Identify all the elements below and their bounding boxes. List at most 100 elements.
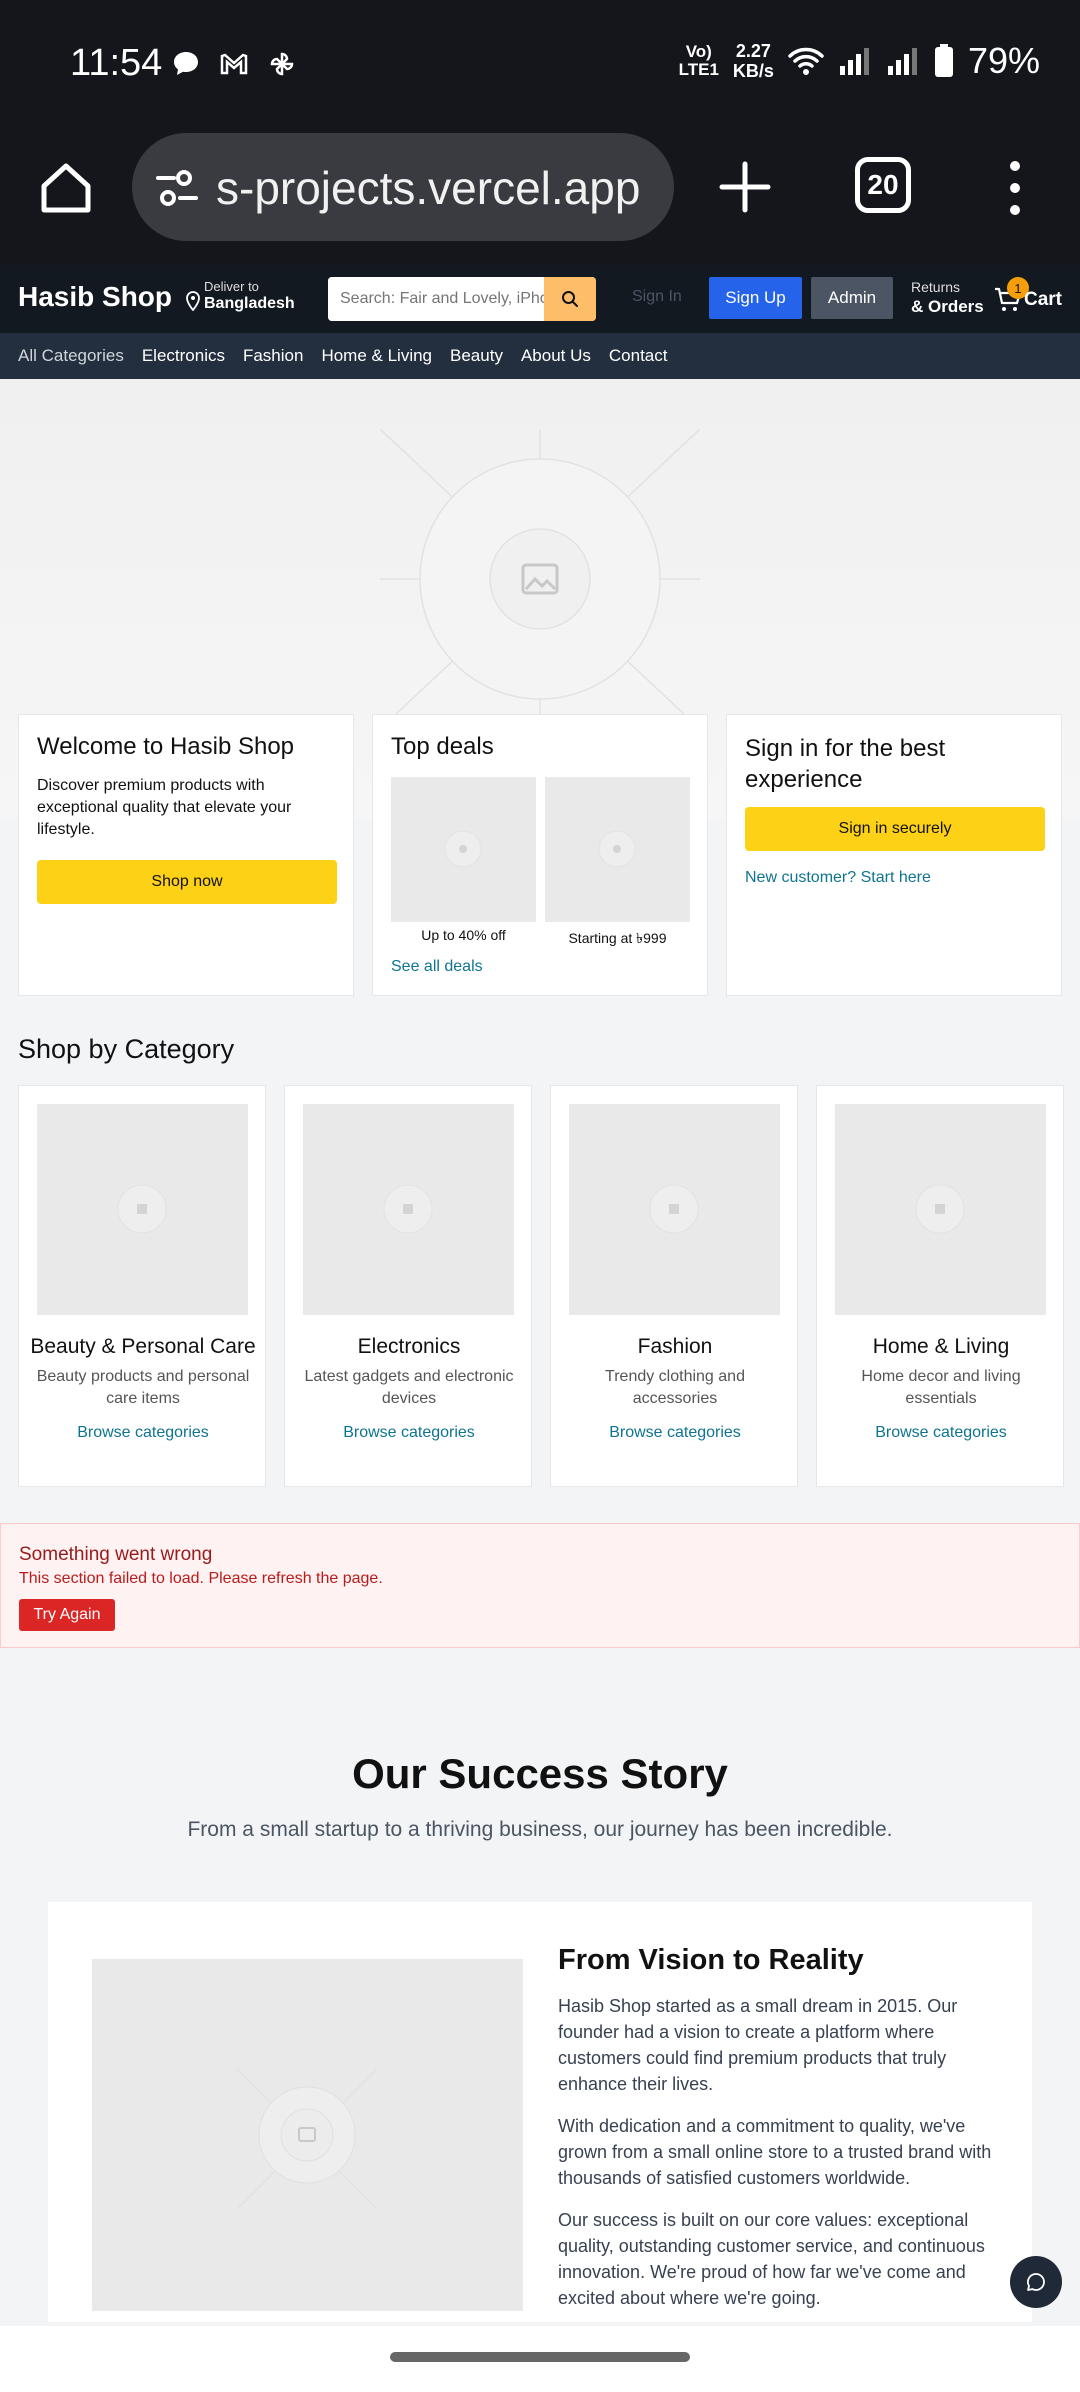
- category-name: Fashion: [637, 1335, 713, 1358]
- url-bar[interactable]: s-projects.vercel.app: [132, 133, 674, 241]
- home-icon[interactable]: [36, 158, 96, 218]
- status-time: 11:54: [70, 42, 163, 84]
- see-all-deals-link[interactable]: See all deals: [391, 958, 483, 976]
- category-card-beauty[interactable]: Beauty & Personal Care Beauty products a…: [18, 1085, 266, 1487]
- error-message: This section failed to load. Please refr…: [19, 1570, 383, 1587]
- sign-in-title: Sign in for the best experience: [745, 735, 946, 793]
- category-name: Beauty & Personal Care: [30, 1335, 256, 1358]
- more-menu-icon[interactable]: [1000, 158, 1030, 218]
- sign-in-link[interactable]: Sign In: [632, 288, 682, 306]
- image-placeholder-icon: [915, 1184, 965, 1234]
- chat-icon: [1027, 2273, 1045, 2291]
- chat-bubble-icon: [174, 52, 198, 75]
- tab-switcher-button[interactable]: 20: [855, 157, 911, 213]
- cart-button[interactable]: 1 Cart: [992, 277, 1080, 317]
- error-banner: Something went wrong This section failed…: [0, 1523, 1080, 1648]
- battery-level: 79%: [967, 40, 1040, 81]
- category-image: [569, 1104, 780, 1315]
- category-image: [303, 1104, 514, 1315]
- welcome-title: Welcome to Hasib Shop: [37, 733, 295, 760]
- deal-image[interactable]: [391, 777, 536, 922]
- category-nav: All Categories Electronics Fashion Home …: [0, 333, 1080, 379]
- gmail-icon: [220, 53, 248, 75]
- deals-title: Top deals: [391, 733, 494, 760]
- browse-categories-link[interactable]: Browse categories: [295, 1418, 523, 1448]
- error-title: Something went wrong: [19, 1544, 213, 1565]
- story-heading: From Vision to Reality: [558, 1944, 864, 1976]
- nav-all-categories[interactable]: All Categories: [18, 346, 124, 366]
- image-placeholder-icon: [383, 1184, 433, 1234]
- signal-2-icon: [887, 48, 917, 75]
- sign-up-button[interactable]: Sign Up: [709, 277, 802, 319]
- site-logo[interactable]: Hasib Shop: [18, 281, 172, 313]
- search-bar: [328, 277, 596, 321]
- url-text[interactable]: s-projects.vercel.app: [216, 161, 656, 215]
- story-paragraph: Hasib Shop started as a small dream in 2…: [558, 1996, 958, 2094]
- browse-categories-link[interactable]: Browse categories: [827, 1418, 1055, 1448]
- story-image: [92, 1959, 523, 2311]
- story-paragraph: With dedication and a commitment to qual…: [558, 2116, 992, 2188]
- signal-icon: [839, 48, 869, 75]
- chat-button[interactable]: [1010, 2256, 1062, 2308]
- welcome-text: Discover premium products with exception…: [37, 777, 292, 838]
- category-name: Home & Living: [872, 1335, 1010, 1358]
- nav-electronics[interactable]: Electronics: [142, 346, 225, 366]
- browse-categories-link[interactable]: Browse categories: [29, 1418, 257, 1448]
- category-description: Trendy clothing and accessories: [605, 1368, 745, 1407]
- battery-icon: [934, 44, 953, 77]
- category-name: Electronics: [357, 1335, 461, 1358]
- success-story-subtitle: From a small startup to a thriving busin…: [187, 1818, 893, 1841]
- nav-home-living[interactable]: Home & Living: [321, 346, 432, 366]
- category-card-fashion[interactable]: Fashion Trendy clothing and accessories …: [550, 1085, 798, 1487]
- search-icon: [562, 291, 578, 307]
- shop-now-button[interactable]: Shop now: [37, 860, 337, 904]
- image-placeholder-icon: [649, 1184, 699, 1234]
- deal-image[interactable]: [545, 777, 690, 922]
- nav-about-us[interactable]: About Us: [521, 346, 591, 366]
- network-type: Vo) LTE1: [678, 42, 719, 79]
- image-placeholder-icon: [380, 429, 700, 729]
- new-customer-link[interactable]: New customer? Start here: [745, 869, 931, 887]
- category-description: Latest gadgets and electronic devices: [304, 1368, 514, 1407]
- system-nav-bar: [0, 2326, 1080, 2392]
- story-paragraph: Our success is built on our core values:…: [558, 2210, 985, 2308]
- category-description: Beauty products and personal care items: [36, 1368, 250, 1407]
- sign-in-card: Sign in for the best experience Sign in …: [726, 714, 1062, 996]
- pinwheel-icon: [270, 52, 294, 76]
- success-story-card: From Vision to Reality Hasib Shop starte…: [48, 1902, 1032, 2322]
- returns-orders-link[interactable]: Returns & Orders: [911, 279, 984, 317]
- browse-categories-link[interactable]: Browse categories: [561, 1418, 789, 1448]
- shop-by-category-title: Shop by Category: [18, 1034, 235, 1064]
- image-placeholder-icon: [236, 2068, 378, 2210]
- new-tab-icon[interactable]: [718, 160, 772, 214]
- site-settings-icon[interactable]: [154, 165, 200, 211]
- category-image: [37, 1104, 248, 1315]
- deal-caption: Starting at ৳999: [568, 930, 667, 946]
- story-text: From Vision to Reality Hasib Shop starte…: [558, 1944, 998, 2327]
- gesture-handle[interactable]: [390, 2352, 690, 2362]
- category-description: Home decor and living essentials: [861, 1368, 1021, 1407]
- search-input[interactable]: [328, 277, 544, 321]
- site-header: Hasib Shop Deliver to Bangladesh Sign In…: [0, 265, 1080, 333]
- category-image: [835, 1104, 1046, 1315]
- wifi-icon: [788, 47, 824, 75]
- network-speed: 2.27 KB/s: [732, 41, 774, 81]
- nav-contact[interactable]: Contact: [609, 346, 668, 366]
- image-placeholder-icon: [444, 830, 482, 868]
- image-placeholder-icon: [117, 1184, 167, 1234]
- nav-fashion[interactable]: Fashion: [243, 346, 303, 366]
- deal-caption: Up to 40% off: [421, 927, 506, 943]
- nav-beauty[interactable]: Beauty: [450, 346, 503, 366]
- sign-in-securely-button[interactable]: Sign in securely: [745, 807, 1045, 851]
- success-story-title: Our Success Story: [352, 1750, 728, 1797]
- browser-toolbar: s-projects.vercel.app 20: [0, 130, 1080, 265]
- image-placeholder-icon: [598, 830, 636, 868]
- location-pin-icon: [186, 291, 200, 311]
- admin-button[interactable]: Admin: [811, 277, 893, 319]
- try-again-button[interactable]: Try Again: [19, 1599, 115, 1631]
- search-button[interactable]: [544, 277, 596, 321]
- category-card-home-living[interactable]: Home & Living Home decor and living esse…: [816, 1085, 1064, 1487]
- top-deals-card: Top deals Up to 40% off Starting at ৳999…: [372, 714, 708, 996]
- category-card-electronics[interactable]: Electronics Latest gadgets and electroni…: [284, 1085, 532, 1487]
- status-bar: 11:54 Vo) LTE1 2.27 KB/s 79%: [0, 0, 1080, 130]
